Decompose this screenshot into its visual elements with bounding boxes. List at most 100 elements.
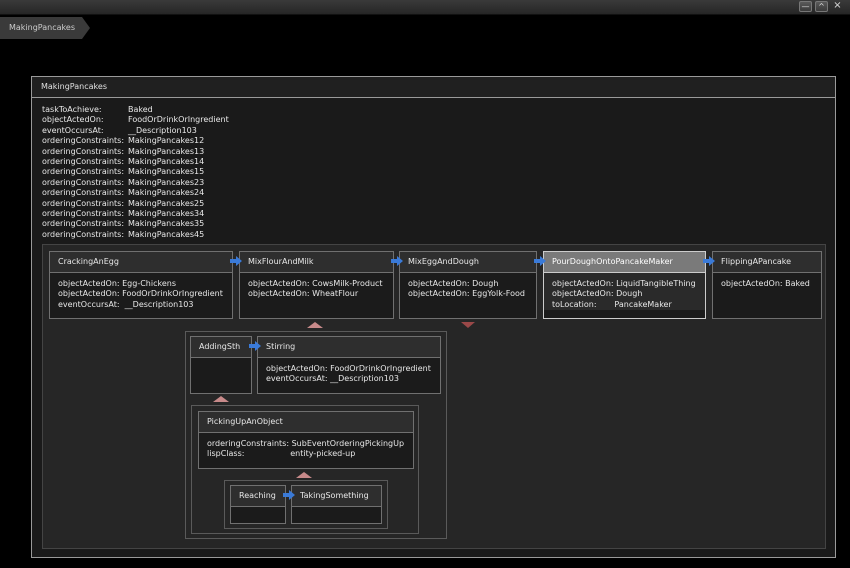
node-title: MixFlourAndMilk bbox=[240, 252, 393, 273]
property-row: orderingConstraints: MakingPancakes34 bbox=[42, 209, 229, 219]
property-key: orderingConstraints: bbox=[42, 167, 125, 177]
node-title: Reaching bbox=[231, 486, 285, 507]
property-key: orderingConstraints: bbox=[42, 177, 125, 187]
collapsed-marker-icon[interactable] bbox=[461, 322, 475, 328]
property-key: orderingConstraints: bbox=[42, 229, 125, 239]
node-property-key: objectActedOn: bbox=[266, 364, 331, 373]
property-key: orderingConstraints: bbox=[42, 157, 125, 167]
property-value: MakingPancakes45 bbox=[128, 229, 205, 239]
node-property-value: LiquidTangibleThing bbox=[616, 279, 696, 288]
node-cracking-an-egg[interactable]: CrackingAnEgg objectActedOn: Egg-Chickens… bbox=[49, 251, 233, 319]
node-mix-egg-and-dough[interactable]: MixEggAndDough objectActedOn: Dough object… bbox=[399, 251, 537, 319]
property-value: MakingPancakes35 bbox=[128, 219, 205, 229]
property-row: orderingConstraints: MakingPancakes14 bbox=[42, 157, 229, 167]
node-body: objectActedOn: CowsMilk-Product objectAct… bbox=[240, 273, 393, 300]
expanded-marker-icon[interactable] bbox=[307, 322, 323, 328]
node-property-key: objectActedOn: bbox=[58, 289, 123, 299]
node-property-key: lispClass: bbox=[207, 449, 291, 459]
property-row: orderingConstraints: MakingPancakes13 bbox=[42, 147, 229, 157]
node-property-value: EggYolk-Food bbox=[472, 289, 525, 299]
sequence-arrow-icon bbox=[249, 341, 261, 351]
property-row: orderingConstraints: MakingPancakes15 bbox=[42, 167, 229, 177]
node-property-value: Dough bbox=[616, 289, 643, 299]
node-property-row: objectActedOn: Dough bbox=[408, 279, 536, 289]
node-property-value: Egg-Chickens bbox=[122, 279, 177, 288]
node-body bbox=[231, 507, 285, 513]
node-flipping-a-pancake[interactable]: FlippingAPancake objectActedOn: Baked bbox=[712, 251, 822, 319]
node-pour-dough-onto-pancake-maker[interactable]: PourDoughOntoPancakeMaker objectActedOn: … bbox=[543, 251, 706, 319]
node-property-key: objectActedOn: bbox=[248, 289, 313, 299]
node-title: CrackingAnEgg bbox=[50, 252, 232, 273]
property-value: MakingPancakes34 bbox=[128, 209, 205, 219]
node-picking-up-an-object[interactable]: PickingUpAnObject orderingConstraints: Su… bbox=[198, 411, 414, 469]
node-property-value: FoodOrDrinkOrIngredient bbox=[122, 289, 223, 299]
panel-title: MakingPancakes bbox=[32, 77, 835, 98]
property-value: FoodOrDrinkOrIngredient bbox=[128, 115, 229, 125]
node-property-row: objectActedOn: CowsMilk-Product bbox=[248, 279, 393, 289]
node-property-row: lispClass: entity-picked-up bbox=[207, 449, 413, 459]
node-property-key: objectActedOn: bbox=[552, 279, 617, 288]
maximize-button[interactable]: ^ bbox=[815, 1, 828, 12]
property-key: orderingConstraints: bbox=[42, 198, 125, 208]
node-property-key: objectActedOn: bbox=[408, 289, 473, 299]
node-title: PickingUpAnObject bbox=[199, 412, 413, 433]
node-property-key: objectActedOn: bbox=[408, 279, 473, 288]
node-property-key: objectActedOn: bbox=[552, 289, 617, 299]
node-property-row: eventOccursAt: __Description103 bbox=[266, 374, 440, 384]
property-row: objectActedOn: FoodOrDrinkOrIngredient bbox=[42, 115, 229, 125]
property-key: taskToAchieve: bbox=[42, 105, 102, 114]
node-property-row: objectActedOn: FoodOrDrinkOrIngredient bbox=[266, 364, 440, 374]
property-value: MakingPancakes24 bbox=[128, 188, 205, 198]
property-list: taskToAchieve: Baked objectActedOn: FoodOrD… bbox=[42, 105, 229, 240]
node-property-value: FoodOrDrinkOrIngredient bbox=[330, 364, 431, 373]
property-key: eventOccursAt: bbox=[42, 125, 104, 135]
node-title: MixEggAndDough bbox=[400, 252, 536, 273]
node-body bbox=[191, 358, 251, 364]
node-property-value: PancakeMaker bbox=[614, 299, 672, 309]
property-row: taskToAchieve: Baked bbox=[42, 105, 229, 115]
minimize-button[interactable]: — bbox=[799, 1, 812, 12]
property-key: orderingConstraints: bbox=[42, 209, 125, 219]
sequence-arrow-icon bbox=[230, 256, 242, 266]
node-mix-flour-and-milk[interactable]: MixFlourAndMilk objectActedOn: CowsMilk-P… bbox=[239, 251, 394, 319]
node-property-row: eventOccursAt: __Description103 bbox=[58, 300, 232, 310]
node-taking-something[interactable]: TakingSomething bbox=[291, 485, 382, 524]
sequence-arrow-icon bbox=[283, 490, 295, 500]
sequence-arrow-icon bbox=[534, 256, 546, 266]
expanded-marker-icon[interactable] bbox=[296, 472, 312, 478]
node-property-row: objectActedOn: WheatFlour bbox=[248, 289, 393, 299]
property-key: orderingConstraints: bbox=[42, 146, 125, 156]
node-property-row: toLocation: PancakeMaker bbox=[552, 300, 705, 310]
node-property-row: objectActedOn: LiquidTangibleThing bbox=[552, 279, 705, 289]
close-button[interactable]: × bbox=[831, 1, 844, 12]
node-property-key: objectActedOn: bbox=[721, 279, 786, 288]
expanded-marker-icon[interactable] bbox=[213, 396, 229, 402]
node-body: orderingConstraints: SubEventOrderingPic… bbox=[199, 433, 413, 460]
sequence-arrow-icon bbox=[391, 256, 403, 266]
node-adding-sth[interactable]: AddingSth bbox=[190, 336, 252, 394]
property-value: MakingPancakes25 bbox=[128, 198, 205, 208]
property-value: MakingPancakes12 bbox=[128, 136, 205, 146]
node-title: AddingSth bbox=[191, 337, 251, 358]
node-title: Stirring bbox=[258, 337, 440, 358]
node-property-value: __Description103 bbox=[124, 299, 194, 309]
node-property-row: objectActedOn: Egg-Chickens bbox=[58, 279, 232, 289]
node-reaching[interactable]: Reaching bbox=[230, 485, 286, 524]
node-property-value: WheatFlour bbox=[312, 289, 359, 299]
property-key: orderingConstraints: bbox=[42, 188, 125, 198]
property-value: MakingPancakes15 bbox=[128, 167, 205, 177]
breadcrumb-item[interactable]: MakingPancakes bbox=[0, 17, 90, 39]
property-value: MakingPancakes14 bbox=[128, 157, 205, 167]
property-key: orderingConstraints: bbox=[42, 219, 125, 229]
node-title: TakingSomething bbox=[292, 486, 381, 507]
task-panel: MakingPancakes taskToAchieve: Baked object… bbox=[31, 76, 836, 558]
node-body: objectActedOn: LiquidTangibleThing object… bbox=[544, 273, 705, 311]
node-property-row: objectActedOn: Dough bbox=[552, 289, 705, 299]
property-row: orderingConstraints: MakingPancakes25 bbox=[42, 199, 229, 209]
node-body: objectActedOn: Egg-Chickens objectActedOn… bbox=[50, 273, 232, 310]
node-property-value: CowsMilk-Product bbox=[312, 279, 383, 288]
node-title: PourDoughOntoPancakeMaker bbox=[544, 252, 705, 273]
node-stirring[interactable]: Stirring objectActedOn: FoodOrDrinkOrIngr… bbox=[257, 336, 441, 394]
node-body bbox=[292, 507, 381, 513]
property-row: eventOccursAt: __Description103 bbox=[42, 126, 229, 136]
